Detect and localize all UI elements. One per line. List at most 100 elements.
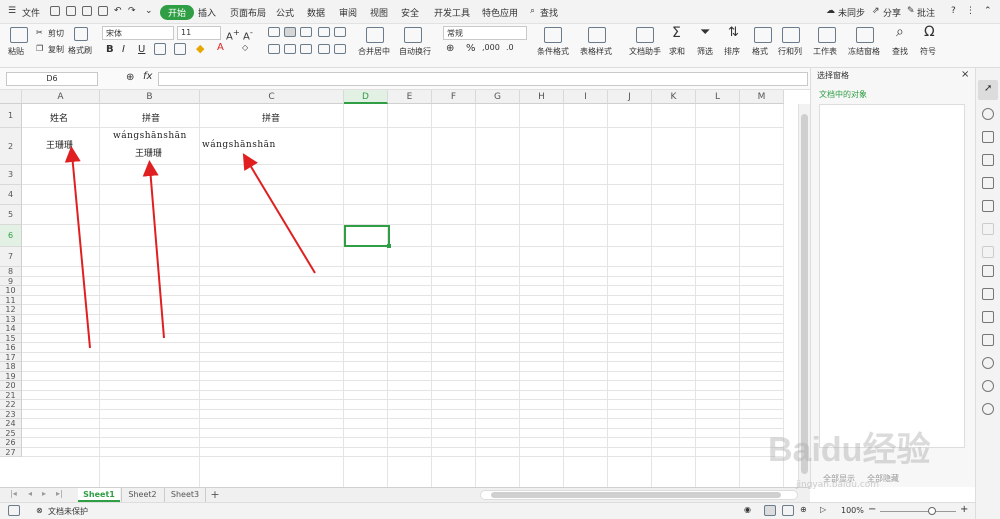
cond-format-button[interactable]: 条件格式 — [537, 46, 569, 57]
paste-button[interactable]: 粘贴 — [8, 46, 24, 57]
tab-developer[interactable]: 开发工具 — [434, 6, 470, 19]
selection-pane-title[interactable]: 选择窗格 — [817, 70, 849, 81]
font-shrink-icon[interactable]: A- — [243, 27, 253, 42]
font-size-select[interactable]: 11 — [177, 26, 221, 40]
hamburger-icon[interactable]: ☰ — [8, 6, 16, 16]
more-icon[interactable]: ⋮ — [966, 6, 975, 16]
normal-view-icon[interactable] — [764, 505, 776, 516]
sum-button[interactable]: 求和 — [669, 46, 685, 57]
distributed-icon[interactable] — [334, 44, 346, 54]
copy-button[interactable]: 复制 — [48, 44, 64, 55]
first-sheet-icon[interactable]: |◂ — [10, 489, 17, 498]
file-menu[interactable]: 文件 — [22, 6, 40, 19]
tab-home[interactable]: 开始 — [160, 5, 195, 20]
help-icon[interactable]: ? — [951, 6, 956, 16]
border-style-icon[interactable] — [174, 43, 186, 55]
horizontal-scrollbar[interactable] — [480, 490, 798, 500]
close-icon[interactable]: × — [961, 69, 969, 80]
add-sheet-button[interactable]: + — [208, 488, 222, 502]
save-icon[interactable] — [50, 6, 60, 16]
font-name-select[interactable]: 宋体 — [102, 26, 174, 40]
formula-input[interactable] — [158, 72, 808, 86]
redo-icon[interactable]: ↷ — [128, 6, 136, 16]
undo-icon[interactable]: ↶ — [114, 6, 122, 16]
tab-sheet2[interactable]: Sheet2 — [121, 488, 163, 502]
format-painter-button[interactable]: 格式刷 — [68, 45, 92, 56]
sync-status[interactable]: 未同步 — [838, 6, 865, 19]
collapse-icon[interactable]: ⌃ — [984, 6, 992, 16]
doc-assist-button[interactable]: 文档助手 — [629, 46, 661, 57]
cut-button[interactable]: 剪切 — [48, 28, 64, 39]
protect-status[interactable]: 文档未保护 — [48, 506, 88, 517]
align-center-icon[interactable] — [284, 44, 296, 54]
tab-security[interactable]: 安全 — [401, 6, 419, 19]
zoom-formula-icon[interactable]: ⊕ — [126, 72, 134, 83]
customize-icon[interactable]: ⌄ — [145, 6, 153, 16]
export-icon[interactable] — [982, 288, 994, 300]
align-top-icon[interactable] — [268, 27, 280, 37]
format-button[interactable]: 格式 — [752, 46, 768, 57]
tab-page-layout[interactable]: 页面布局 — [230, 6, 266, 19]
sheet-grid[interactable]: ABCDEFGHIJKLM 1 2 3 4 5 6 7 8 9 10 11 12 13 14 15 16 17 1… — [0, 90, 810, 487]
fx-button[interactable]: fx — [143, 71, 152, 82]
backup-icon[interactable] — [982, 311, 994, 323]
styles-icon[interactable] — [982, 131, 994, 143]
align-middle-icon[interactable] — [284, 27, 296, 37]
export-pdf-icon[interactable] — [66, 6, 76, 16]
page-view-icon[interactable]: ⊕ — [800, 505, 807, 514]
zoom-in-icon[interactable]: + — [960, 504, 968, 515]
decimal-icon[interactable]: .0 — [506, 43, 514, 52]
align-right-icon[interactable] — [300, 44, 312, 54]
next-sheet-icon[interactable]: ▸ — [42, 489, 46, 498]
last-sheet-icon[interactable]: ▸| — [56, 489, 63, 498]
tab-insert[interactable]: 插入 — [198, 6, 216, 19]
annotate-button[interactable]: 批注 — [917, 6, 935, 19]
reading-view-icon[interactable]: ▷ — [820, 505, 826, 514]
horizontal-scroll-thumb[interactable] — [491, 492, 781, 498]
tab-view[interactable]: 视图 — [370, 6, 388, 19]
share-button[interactable]: 分享 — [883, 6, 901, 19]
tab-formulas[interactable]: 公式 — [276, 6, 294, 19]
tab-data[interactable]: 数据 — [307, 6, 325, 19]
underline-button[interactable]: U — [138, 44, 145, 55]
merge-center-button[interactable]: 合并居中 — [358, 46, 390, 57]
help-circle-icon[interactable] — [982, 403, 994, 415]
find-button[interactable]: 查找 — [892, 46, 908, 57]
clear-format-icon[interactable]: ◇ — [242, 43, 248, 52]
fill-color-icon[interactable]: ◆ — [196, 42, 204, 55]
apps-icon[interactable] — [982, 177, 994, 189]
sort-button[interactable]: 排序 — [724, 46, 740, 57]
table-style-button[interactable]: 表格样式 — [580, 46, 612, 57]
template-icon[interactable] — [982, 265, 994, 277]
shapes-icon[interactable] — [982, 108, 994, 120]
percent-button[interactable]: % — [466, 43, 476, 54]
zoom-level[interactable]: 100% — [841, 506, 864, 515]
tab-sheet3[interactable]: Sheet3 — [164, 488, 206, 502]
italic-button[interactable]: I — [122, 44, 125, 55]
font-color-icon[interactable]: A — [217, 42, 224, 53]
font-grow-icon[interactable]: A+ — [226, 27, 240, 42]
image-icon[interactable] — [982, 334, 994, 346]
rowcol-button[interactable]: 行和列 — [778, 46, 802, 57]
freeze-button[interactable]: 冻结窗格 — [848, 46, 880, 57]
align-bottom-icon[interactable] — [300, 27, 312, 37]
prev-sheet-icon[interactable]: ◂ — [28, 489, 32, 498]
number-format-select[interactable]: 常规 — [443, 26, 527, 40]
chart-icon[interactable] — [982, 200, 994, 212]
name-box[interactable]: D6 — [6, 72, 98, 86]
download-icon[interactable] — [982, 357, 994, 369]
macro-icon[interactable] — [8, 505, 20, 516]
eye-icon[interactable]: ◉ — [744, 505, 751, 514]
bold-button[interactable]: B — [106, 44, 114, 55]
zoom-out-icon[interactable]: − — [868, 504, 876, 515]
search-icon[interactable]: ⌕ — [530, 6, 535, 16]
zoom-slider-thumb[interactable] — [928, 507, 936, 515]
objects-list[interactable] — [819, 104, 965, 448]
tab-sheet1[interactable]: Sheet1 — [78, 488, 120, 502]
indent-decrease-icon[interactable] — [318, 27, 330, 37]
pointer-icon[interactable]: ➚ — [984, 83, 992, 94]
filter-button[interactable]: 筛选 — [697, 46, 713, 57]
justify-icon[interactable] — [318, 44, 330, 54]
tab-features[interactable]: 特色应用 — [482, 6, 518, 19]
align-left-icon[interactable] — [268, 44, 280, 54]
